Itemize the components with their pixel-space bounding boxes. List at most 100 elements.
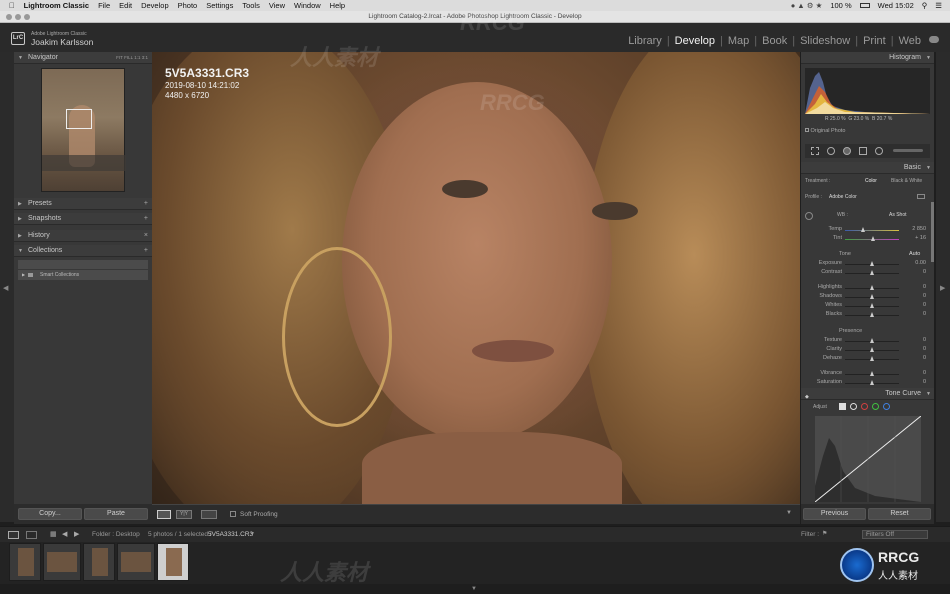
sliders-slider-row[interactable]: Contrast 0 (801, 269, 934, 278)
thumbnail-cell[interactable] (43, 543, 81, 581)
expand-triangle-icon[interactable]: ▶ (18, 213, 22, 225)
slider-knob[interactable] (869, 380, 874, 385)
thumbnail-image[interactable] (121, 552, 151, 572)
sliders-slider-row[interactable]: Highlights 0 (801, 284, 934, 293)
menu-photo[interactable]: Photo (178, 1, 198, 10)
thumbnail-image[interactable] (92, 548, 108, 576)
minimize-dot[interactable] (15, 14, 21, 20)
tone-curve-header[interactable]: Tone Curve ▼ ◆ (801, 388, 934, 400)
module-print[interactable]: Print (858, 35, 891, 47)
curve-red-channel-icon[interactable] (861, 403, 868, 410)
slider-value[interactable]: 0 (923, 293, 926, 299)
module-web[interactable]: Web (894, 35, 926, 47)
sliders-slider-row[interactable]: Blacks 0 (801, 311, 934, 320)
slider-knob[interactable] (869, 303, 874, 308)
slider-value[interactable]: 0 (923, 346, 926, 352)
zoom-fit[interactable]: FIT (116, 55, 123, 60)
zoom-3-1[interactable]: 3:1 (142, 55, 148, 60)
loupe-view-icon[interactable] (157, 510, 171, 519)
slider-knob[interactable] (869, 356, 874, 361)
slider-value[interactable]: 0 (923, 370, 926, 376)
slider-knob[interactable] (869, 347, 874, 352)
copy-button[interactable]: Copy... (18, 508, 82, 520)
thumbnail-cell[interactable] (9, 543, 41, 581)
curve-green-channel-icon[interactable] (872, 403, 879, 410)
expand-triangle-icon[interactable]: ▶ (22, 270, 25, 280)
navigator-zoom-box[interactable] (66, 109, 92, 129)
expand-triangle-icon[interactable]: ▶ (18, 198, 22, 210)
treatment-color[interactable]: Color (865, 178, 877, 184)
screen-1-icon[interactable] (8, 531, 19, 539)
slider-value[interactable]: 0 (923, 379, 926, 385)
red-eye-icon[interactable] (843, 147, 851, 155)
collections-filter-box[interactable] (18, 260, 148, 269)
soft-proofing-checkbox[interactable] (230, 511, 236, 517)
histogram-graph[interactable] (805, 68, 930, 114)
treatment-bw[interactable]: Black & White (891, 178, 922, 184)
wb-select[interactable]: As Shot (889, 212, 907, 218)
menu-develop[interactable]: Develop (141, 1, 169, 10)
presence_sliders-slider-row[interactable]: Vibrance 0 (801, 370, 934, 379)
tint-value[interactable]: + 16 (915, 235, 926, 241)
curve-white-channel-icon[interactable] (850, 403, 857, 410)
zoom-1-1[interactable]: 1:1 (134, 55, 140, 60)
previous-button[interactable]: Previous (803, 508, 866, 520)
target-adjust-icon[interactable]: ◆ (805, 391, 809, 403)
slider-knob[interactable] (869, 371, 874, 376)
slider-knob[interactable] (869, 285, 874, 290)
collection-item-smart[interactable]: ▶ Smart Collections (18, 270, 148, 280)
parametric-curve-icon[interactable] (839, 403, 846, 410)
collapse-right-icon[interactable]: ▶ (940, 284, 945, 292)
basic-header[interactable]: Basic ▼ (801, 162, 934, 174)
window-controls[interactable] (6, 14, 30, 20)
tone-curve-graph[interactable] (815, 416, 921, 502)
menu-edit[interactable]: Edit (119, 1, 132, 10)
presence_sliders-slider-row[interactable]: Saturation 0 (801, 379, 934, 388)
collapse-left-icon[interactable]: ◀ (3, 284, 8, 292)
slider-value[interactable]: 0.00 (915, 260, 926, 266)
profile-select[interactable]: Adobe Color (829, 194, 857, 200)
spot-removal-icon[interactable] (827, 147, 835, 155)
eyedropper-icon[interactable] (805, 212, 813, 220)
close-dot[interactable] (6, 14, 12, 20)
right-panel-scrollbar[interactable] (931, 202, 934, 262)
slider-knob[interactable] (869, 338, 874, 343)
profile-browser-icon[interactable] (917, 194, 925, 199)
slider-value[interactable]: 0 (923, 311, 926, 317)
filter-select[interactable]: Filters Off (862, 530, 928, 539)
module-map[interactable]: Map (723, 35, 754, 47)
collections-header[interactable]: ▼ Collections + (14, 245, 152, 257)
temp-knob[interactable] (861, 227, 865, 232)
back-arrow-icon[interactable]: ◀ (62, 530, 67, 538)
left-panel-edge[interactable]: ◀ (0, 52, 14, 522)
slider-knob[interactable] (869, 261, 874, 266)
radial-filter-icon[interactable] (875, 147, 883, 155)
collapse-triangle-icon[interactable]: ▼ (926, 162, 931, 174)
sliders-slider-row[interactable]: Whites 0 (801, 302, 934, 311)
zoom-dot[interactable] (24, 14, 30, 20)
right-panel-edge[interactable]: ▶ (936, 52, 950, 522)
app-menu[interactable]: Lightroom Classic (24, 1, 89, 10)
tint-slider-row[interactable]: Tint + 16 (801, 235, 934, 244)
status-icons[interactable]: ● ▲ ⚙ ★ (791, 1, 823, 10)
thumbnail-image[interactable] (47, 552, 77, 572)
thumbnail-cell[interactable] (117, 543, 155, 581)
search-icon[interactable]: ⚲ (922, 1, 928, 10)
filmstrip-selected[interactable]: 5V5A3331.CR3 (208, 531, 253, 538)
add-snapshot-icon[interactable]: + (144, 213, 148, 225)
battery-text[interactable]: 100 % (830, 1, 851, 10)
collapse-triangle-icon[interactable]: ▼ (926, 52, 931, 64)
module-slideshow[interactable]: Slideshow (795, 35, 855, 47)
collapse-triangle-icon[interactable]: ▼ (18, 52, 23, 64)
slider-value[interactable]: 0 (923, 284, 926, 290)
sliders-slider-row[interactable]: Shadows 0 (801, 293, 934, 302)
before-after-swap-icon[interactable] (201, 510, 217, 519)
slider-knob[interactable] (869, 312, 874, 317)
forward-arrow-icon[interactable]: ▶ (74, 530, 79, 538)
cloud-sync-icon[interactable] (929, 36, 939, 43)
presence_sliders-slider-row[interactable]: Dehaze 0 (801, 355, 934, 364)
checkbox-icon[interactable] (805, 128, 809, 132)
screen-2-icon[interactable] (26, 531, 37, 539)
filmstrip-source[interactable]: Folder : Desktop (92, 531, 140, 538)
menu-view[interactable]: View (269, 1, 285, 10)
